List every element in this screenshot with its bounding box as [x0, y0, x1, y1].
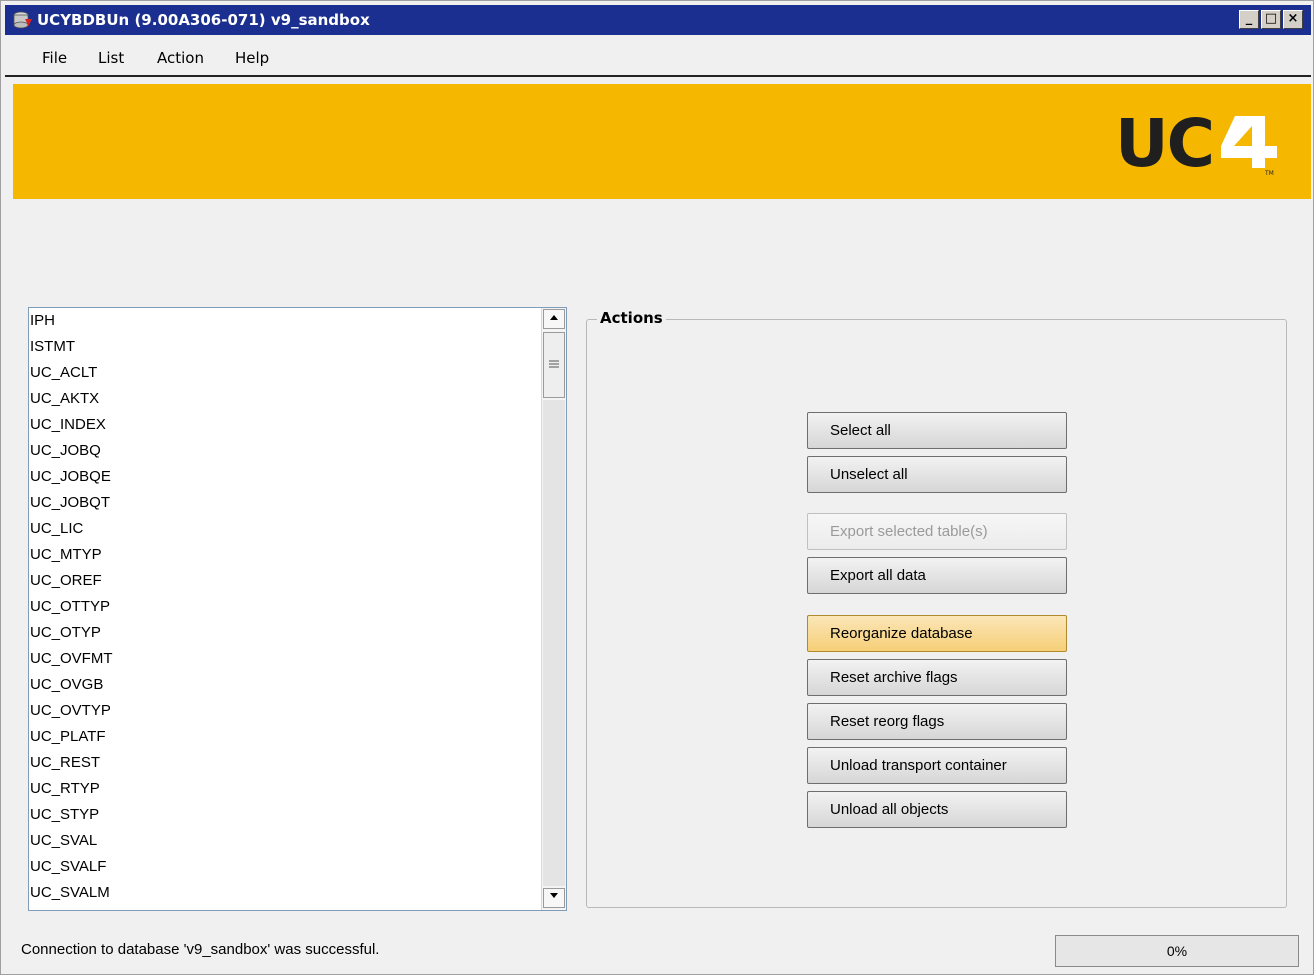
app-window: UCYBDBUn (9.00A306-071) v9_sandbox _ □ ×… [0, 0, 1314, 975]
progress-label: 0% [1166, 943, 1188, 959]
scroll-down-button[interactable] [543, 888, 565, 908]
list-item[interactable]: UC_REST [29, 750, 541, 776]
list-item[interactable]: UC_JOBQT [29, 490, 541, 516]
list-item[interactable]: UC_OVFMT [29, 646, 541, 672]
list-item[interactable]: ISTMT [29, 334, 541, 360]
svg-text:UC: UC [1115, 105, 1213, 176]
export-selected-button[interactable]: Export selected table(s) [807, 513, 1067, 550]
list-item[interactable]: UC_OVGB [29, 672, 541, 698]
list-item[interactable]: UC_MTYP [29, 542, 541, 568]
unselect-all-button[interactable]: Unselect all [807, 456, 1067, 493]
scroll-up-button[interactable] [543, 309, 565, 329]
window-controls: _ □ × [1239, 10, 1303, 29]
table-listbox[interactable]: IPH ISTMT UC_ACLT UC_AKTX UC_INDEX UC_JOBQ UC_… [28, 307, 567, 911]
scroll-track[interactable] [543, 400, 565, 886]
list-item[interactable]: UC_RTYP [29, 776, 541, 802]
arrow-down-icon [550, 893, 558, 898]
window-title: UCYBDBUn (9.00A306-071) v9_sandbox [37, 11, 370, 29]
grip-icon [549, 360, 559, 368]
close-button[interactable]: × [1283, 10, 1303, 29]
list-item[interactable]: UC_SVALF [29, 854, 541, 880]
maximize-button[interactable]: □ [1261, 10, 1281, 29]
select-all-button[interactable]: Select all [807, 412, 1067, 449]
list-item[interactable]: UC_INDEX [29, 412, 541, 438]
unload-transport-container-button[interactable]: Unload transport container [807, 747, 1067, 784]
menu-bar: File List Action Help [5, 37, 1311, 77]
title-bar[interactable]: UCYBDBUn (9.00A306-071) v9_sandbox _ □ × [5, 5, 1311, 35]
reorganize-database-button[interactable]: Reorganize database [807, 615, 1067, 652]
svg-text:TM: TM [1264, 170, 1274, 176]
list-item[interactable]: UC_JOBQ [29, 438, 541, 464]
brand-banner: UC TM [13, 84, 1311, 199]
list-item[interactable]: UC_OTTYP [29, 594, 541, 620]
vertical-scrollbar[interactable] [541, 308, 566, 910]
list-item[interactable]: UC_OTYP [29, 620, 541, 646]
reset-archive-flags-button[interactable]: Reset archive flags [807, 659, 1067, 696]
export-all-button[interactable]: Export all data [807, 557, 1067, 594]
list-item[interactable]: UC_ACLT [29, 360, 541, 386]
table-list: IPH ISTMT UC_ACLT UC_AKTX UC_INDEX UC_JOBQ UC_… [29, 308, 541, 910]
list-item[interactable]: UC_OREF [29, 568, 541, 594]
status-message: Connection to database 'v9_sandbox' was … [21, 941, 380, 958]
arrow-up-icon [550, 315, 558, 320]
reset-reorg-flags-button[interactable]: Reset reorg flags [807, 703, 1067, 740]
list-item[interactable]: UC_SVALM [29, 880, 541, 906]
list-item[interactable]: UC_JOBQE [29, 464, 541, 490]
list-item[interactable]: UC_PLATF [29, 724, 541, 750]
list-item[interactable]: UC_OVTYP [29, 698, 541, 724]
list-item[interactable]: UC_SVAL [29, 828, 541, 854]
menu-list[interactable]: List [98, 49, 124, 67]
unload-all-objects-button[interactable]: Unload all objects [807, 791, 1067, 828]
list-item[interactable]: UC_LIC [29, 516, 541, 542]
menu-help[interactable]: Help [235, 49, 269, 67]
progress-bar: 0% [1055, 935, 1299, 967]
uc4-logo: UC TM [1115, 105, 1277, 176]
actions-group: Actions Select all Unselect all Export s… [586, 309, 1287, 908]
list-item[interactable]: IPH [29, 308, 541, 334]
list-item[interactable]: UC_AKTX [29, 386, 541, 412]
menu-file[interactable]: File [42, 49, 67, 67]
minimize-button[interactable]: _ [1239, 10, 1259, 29]
scroll-thumb[interactable] [543, 332, 565, 398]
list-item[interactable]: UC_STYP [29, 802, 541, 828]
actions-group-title: Actions [597, 309, 666, 327]
menu-action[interactable]: Action [157, 49, 204, 67]
database-export-icon [13, 11, 32, 29]
